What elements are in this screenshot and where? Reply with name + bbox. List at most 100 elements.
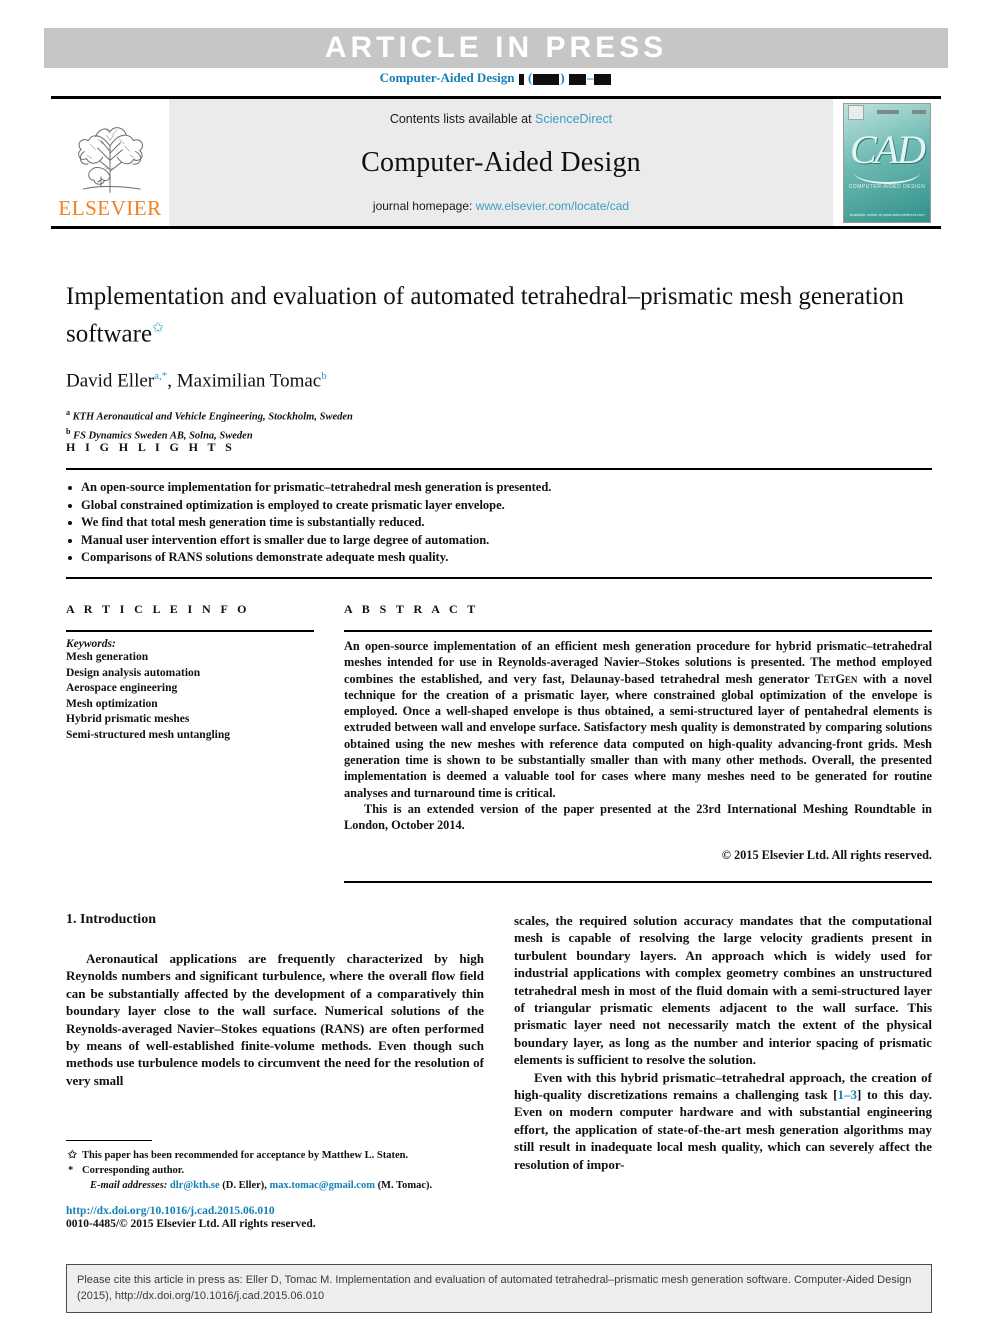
highlights-top-rule <box>66 468 932 470</box>
intro-paragraph-left: Aeronautical applications are frequently… <box>66 951 484 1088</box>
cover-topbar <box>848 104 926 120</box>
article-in-press-label: ARTICLE IN PRESS <box>324 31 668 64</box>
highlights-section: H I G H L I G H T S An open-source imple… <box>66 440 932 579</box>
elsevier-tree-icon <box>78 127 143 193</box>
body-right-column: scales, the required solution accuracy m… <box>514 912 932 1173</box>
cover-cad-wordmark: CAD <box>850 126 926 172</box>
elsevier-wordmark: ELSEVIER <box>58 196 162 220</box>
placeholder-block-page-end <box>594 73 612 85</box>
citation-link[interactable]: 1–3 <box>838 1087 858 1102</box>
author-2-affiliation-marker: b <box>321 370 327 383</box>
sciencedirect-link[interactable]: ScienceDirect <box>535 112 612 126</box>
keywords-list: Mesh generation Design analysis automati… <box>66 650 314 743</box>
contents-prefix: Contents lists available at <box>389 112 536 126</box>
cover-text-block-right <box>912 110 926 114</box>
cite-article-box: Please cite this article in press as: El… <box>66 1264 932 1313</box>
paper-page: ARTICLE IN PRESS Computer-Aided Design (… <box>0 0 992 1323</box>
footnotes-block: ✩ This paper has been recommended for acc… <box>66 1140 484 1230</box>
abstract-label: A B S T R A C T <box>344 602 479 616</box>
article-info-rule <box>66 630 314 632</box>
list-item: Manual user intervention effort is small… <box>66 532 932 550</box>
intro-paragraph-right-1: scales, the required solution accuracy m… <box>514 913 932 1068</box>
author-1-affiliation-marker: a,* <box>154 370 168 383</box>
email-link-tomac[interactable]: max.tomac@gmail.com <box>270 1180 375 1191</box>
footnote-acceptance-text: This paper has been recommended for acce… <box>82 1150 409 1161</box>
section-heading-introduction: 1. Introduction <box>66 912 156 927</box>
placeholder-block-year <box>533 73 560 85</box>
affiliation-a-marker: a <box>66 407 70 417</box>
journal-homepage-link[interactable]: www.elsevier.com/locate/cad <box>476 199 629 213</box>
email-addresses-label: E-mail addresses: <box>90 1180 168 1191</box>
footnote-emails: E-mail addresses: dlr@kth.se (D. Eller),… <box>66 1178 484 1193</box>
page-title: Implementation and evaluation of automat… <box>66 281 931 350</box>
affiliation-b-marker: b <box>66 427 71 437</box>
article-info-abstract-section: A R T I C L E I N F O Keywords: Mesh gen… <box>66 602 932 883</box>
list-item: Mesh optimization <box>66 697 158 710</box>
affiliation-a-text: KTH Aeronautical and Vehicle Engineering… <box>72 411 353 423</box>
cite-article-text: Please cite this article in press as: El… <box>77 1274 912 1302</box>
abstract-text-b: with a novel technique for the creation … <box>344 671 932 800</box>
journal-masthead: ELSEVIER Contents lists available at Sci… <box>51 96 941 229</box>
abstract-bottom-rule <box>344 880 932 883</box>
journal-cover-thumbnail: CAD COMPUTER-AIDED DESIGN Available onli… <box>843 102 931 223</box>
page-dash: – <box>586 70 594 85</box>
journal-reference-name: Computer-Aided Design <box>379 70 515 85</box>
author-list: David Ellera,*, Maximilian Tomacb <box>66 370 931 392</box>
highlights-bottom-rule <box>66 576 932 579</box>
cover-text-block-left <box>877 110 899 114</box>
body-left-column: 1. Introduction Aeronautical application… <box>66 912 484 1173</box>
journal-homepage-line: journal homepage: www.elsevier.com/locat… <box>373 199 629 213</box>
list-item: Semi-structured mesh untangling <box>66 728 230 741</box>
list-item: We find that total mesh generation time … <box>66 514 932 532</box>
journal-reference-line: Computer-Aided Design () – <box>0 70 992 86</box>
list-item: Hybrid prismatic meshes <box>66 713 190 725</box>
email-owner-tomac: (M. Tomac). <box>374 1180 433 1191</box>
affiliation-list: a KTH Aeronautical and Vehicle Engineeri… <box>66 405 931 444</box>
title-footnote-marker: ✩ <box>152 321 164 336</box>
list-item: Global constrained optimization is emplo… <box>66 497 932 515</box>
abstract-column: A B S T R A C T An open-source implement… <box>344 602 932 883</box>
body-columns: 1. Introduction Aeronautical application… <box>66 912 932 1173</box>
author-2: , Maximilian Tomac <box>167 370 322 392</box>
homepage-prefix: journal homepage: <box>372 199 476 213</box>
list-item: An open-source implementation for prisma… <box>66 479 932 497</box>
footnote-corresponding-text: Corresponding author. <box>82 1165 185 1176</box>
affiliation-a: a KTH Aeronautical and Vehicle Engineeri… <box>66 405 931 425</box>
article-info-label: A R T I C L E I N F O <box>66 602 250 616</box>
list-item: Aerospace engineering <box>66 682 178 694</box>
footnote-corresponding: * Corresponding author. <box>66 1163 484 1178</box>
footnote-acceptance: ✩ This paper has been recommended for acc… <box>66 1148 484 1163</box>
abstract-paragraph-1: An open-source implementation of an effi… <box>344 638 932 801</box>
abstract-rule <box>344 630 932 632</box>
tetgen-name: TetGen <box>815 671 858 686</box>
paper-title-text: Implementation and evaluation of automat… <box>66 283 904 348</box>
footnote-rule <box>66 1140 152 1141</box>
abstract-paragraph-2: This is an extended version of the paper… <box>344 801 932 833</box>
article-in-press-banner: ARTICLE IN PRESS <box>44 28 948 68</box>
intro-paragraph-right-2: Even with this hybrid prismatic–tetrahed… <box>514 1069 932 1173</box>
cover-subtitle: COMPUTER-AIDED DESIGN <box>848 183 926 190</box>
cover-elsevier-icon <box>848 104 864 120</box>
journal-title: Computer-Aided Design <box>361 146 641 178</box>
doi-link[interactable]: http://dx.doi.org/10.1016/j.cad.2015.06.… <box>66 1205 484 1217</box>
cover-footer-text: Available online at www.sciencedirect.co… <box>849 211 925 217</box>
paren-close: ) <box>560 70 565 85</box>
email-owner-eller: (D. Eller), <box>219 1180 270 1191</box>
title-block: Implementation and evaluation of automat… <box>66 281 931 444</box>
article-info-column: A R T I C L E I N F O Keywords: Mesh gen… <box>66 602 314 883</box>
cover-swoosh-decoration <box>854 172 920 184</box>
footnote-star-marker: ✩ <box>68 1150 77 1161</box>
author-1: David Eller <box>66 370 155 392</box>
list-item: Comparisons of RANS solutions demonstrat… <box>66 549 932 567</box>
list-item: Design analysis automation <box>66 666 201 679</box>
elsevier-logo: ELSEVIER <box>51 99 169 226</box>
issn-copyright-line: 0010-4485/© 2015 Elsevier Ltd. All right… <box>66 1218 316 1230</box>
masthead-center: Contents lists available at ScienceDirec… <box>169 99 833 226</box>
placeholder-block-volume <box>518 73 524 85</box>
list-item: Mesh generation <box>66 651 149 663</box>
journal-cover-cell: CAD COMPUTER-AIDED DESIGN Available onli… <box>833 99 941 226</box>
highlights-list: An open-source implementation for prisma… <box>66 479 932 567</box>
highlights-label: H I G H L I G H T S <box>66 440 236 454</box>
contents-available-line: Contents lists available at ScienceDirec… <box>390 112 612 126</box>
email-link-eller[interactable]: dlr@kth.se <box>170 1180 220 1191</box>
